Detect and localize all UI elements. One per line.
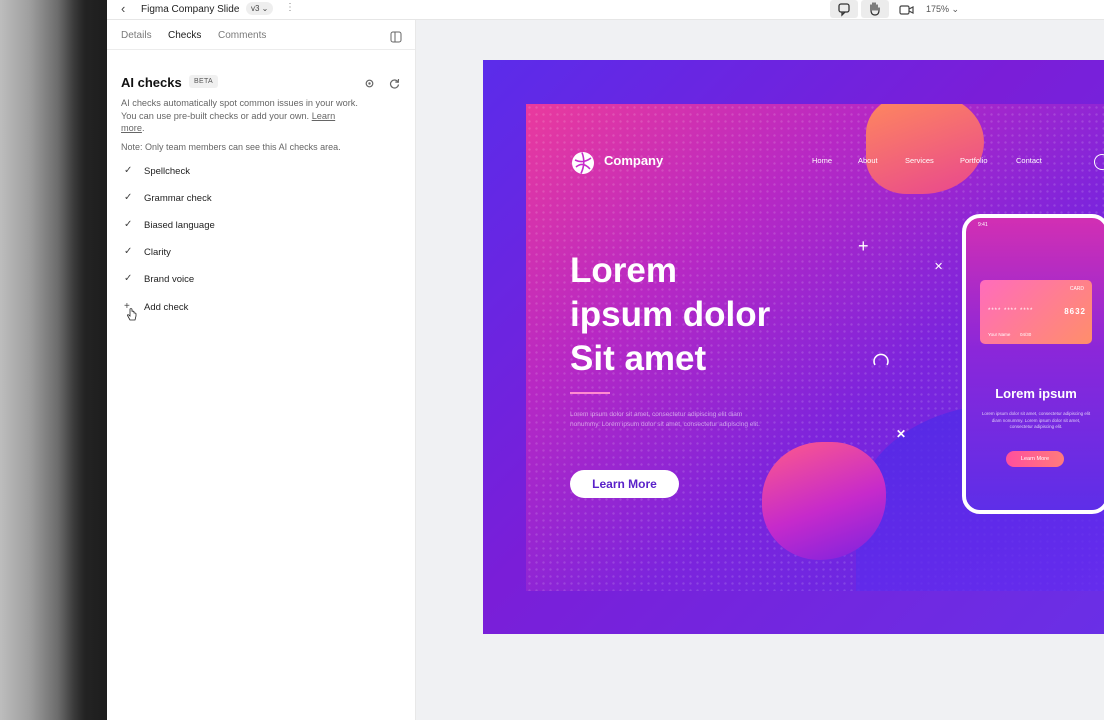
tab-comments[interactable]: Comments	[218, 30, 266, 41]
team-note: Note: Only team members can see this AI …	[121, 142, 341, 152]
phone-learn-more-button: Learn More	[1006, 451, 1064, 467]
slide-headline: Lorem ipsum dolor Sit amet	[570, 249, 840, 381]
file-title[interactable]: Figma Company Slide	[141, 4, 239, 15]
check-item-clarity[interactable]: ✓ Clarity	[121, 244, 401, 264]
refresh-icon	[390, 78, 400, 89]
refresh-button[interactable]	[389, 76, 400, 94]
phone-text: Lorem ipsum dolor sit amet, consectetur …	[981, 411, 1091, 429]
card-type: CARD	[1069, 286, 1084, 292]
back-button[interactable]: ‹	[121, 1, 125, 16]
ring-decoration-icon	[873, 353, 889, 366]
nav-search-icon	[1094, 154, 1104, 170]
hand-icon	[870, 2, 880, 16]
checks-panel: Details Checks Comments AI checks BETA A…	[107, 20, 416, 720]
credit-card: CARD **** **** **** 8632 Your Name 04/30	[980, 280, 1092, 344]
ai-checks-description: AI checks automatically spot common issu…	[121, 98, 358, 133]
company-brand: Company	[604, 153, 664, 168]
card-masked-digits: **** **** ****	[988, 308, 1034, 314]
nav-item-about: About	[858, 156, 878, 165]
card-holder-name: Your Name	[988, 332, 1011, 337]
card-number: 8632	[1064, 307, 1086, 316]
tab-details[interactable]: Details	[121, 30, 152, 41]
check-item-grammar[interactable]: ✓ Grammar check	[121, 190, 401, 210]
version-dropdown[interactable]: v3 ⌄	[246, 2, 274, 15]
headline-line: ipsum dolor	[570, 295, 771, 334]
top-toolbar: ‹ Figma Company Slide v3 ⌄ ⋮ 175% ⌄	[107, 0, 1104, 20]
collapse-panel-button[interactable]	[390, 30, 402, 48]
headline-underline	[570, 392, 610, 394]
plus-decoration-icon: +	[858, 236, 869, 256]
check-label: Biased language	[144, 220, 215, 231]
check-label: Grammar check	[144, 193, 212, 204]
phone-time: 9:41	[978, 222, 988, 228]
video-tool-button[interactable]	[899, 3, 915, 21]
nav-item-services: Services	[905, 156, 934, 165]
checkmark-icon: ✓	[124, 246, 133, 257]
checkmark-icon: ✓	[124, 273, 133, 284]
checkmark-icon: ✓	[124, 165, 133, 176]
check-item-spellcheck[interactable]: ✓ Spellcheck	[121, 163, 401, 183]
gear-icon	[365, 79, 374, 88]
headline-line: Sit amet	[570, 339, 707, 378]
headline-line: Lorem	[570, 251, 677, 290]
zoom-level: 175%	[926, 4, 950, 14]
version-label: v3	[251, 4, 260, 13]
slide-artboard[interactable]: Company Home About Services Portfolio Co…	[526, 104, 1104, 591]
settings-button[interactable]	[364, 76, 375, 94]
tab-checks[interactable]: Checks	[168, 30, 201, 41]
comment-tool-button[interactable]	[830, 0, 858, 18]
ai-checks-title: AI checks	[121, 75, 182, 90]
check-item-biased-language[interactable]: ✓ Biased language	[121, 217, 401, 237]
nav-item-home: Home	[812, 156, 833, 165]
checkmark-icon: ✓	[124, 219, 133, 230]
sidebar-toggle-icon	[390, 31, 402, 43]
checkmark-icon: ✓	[124, 192, 133, 203]
card-expiry: 04/30	[1020, 332, 1032, 337]
nav-item-contact: Contact	[1016, 156, 1042, 165]
beta-badge: BETA	[189, 75, 218, 88]
more-options-icon[interactable]: ⋮	[285, 2, 295, 13]
video-camera-icon	[899, 5, 914, 15]
check-label: Brand voice	[144, 274, 195, 285]
comment-icon	[838, 3, 850, 17]
slide-body-text: Lorem ipsum dolor sit amet, consectetur …	[570, 411, 760, 428]
phone-mockup: 9:41 CARD **** **** **** 8632 Your Name …	[962, 214, 1104, 514]
hand-pointer-cursor-icon	[127, 308, 137, 321]
hand-tool-button[interactable]	[861, 0, 889, 18]
learn-more-button: Learn More	[570, 470, 679, 498]
panel-tabs: Details Checks Comments	[107, 20, 415, 50]
check-label: Spellcheck	[144, 166, 190, 177]
desktop-background	[0, 0, 107, 720]
add-check-button[interactable]: + Add check	[121, 299, 401, 319]
add-check-label: Add check	[144, 302, 189, 313]
company-logo-icon	[572, 152, 594, 174]
nav-item-portfolio: Portfolio	[960, 156, 988, 165]
check-item-brand-voice[interactable]: ✓ Brand voice	[121, 271, 401, 291]
check-label: Clarity	[144, 247, 171, 258]
cross-decoration-icon: ✕	[896, 427, 907, 441]
zoom-dropdown[interactable]: 175% ⌄	[926, 4, 959, 15]
phone-title: Lorem ipsum	[995, 386, 1077, 401]
cross-decoration-icon: ✕	[934, 261, 944, 273]
